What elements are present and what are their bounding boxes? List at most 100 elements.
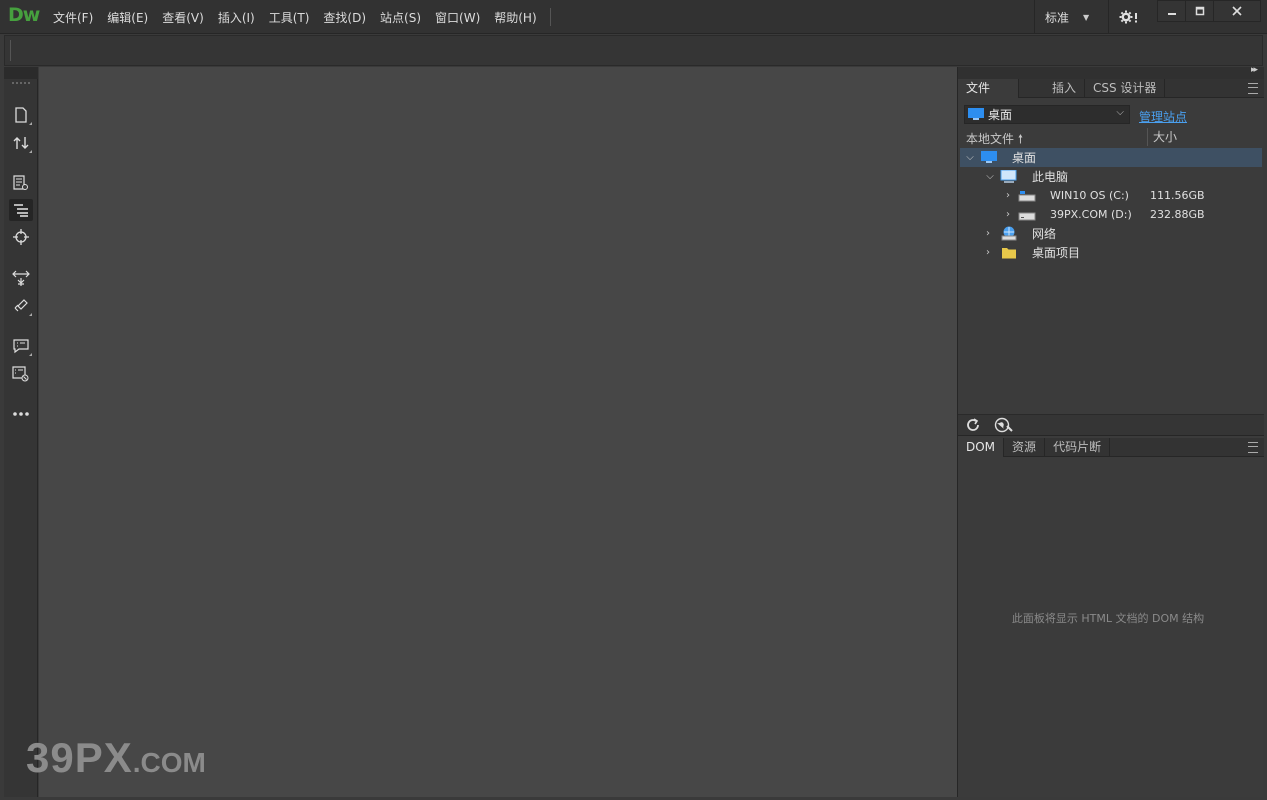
tree-item-network[interactable]: › 网络: [960, 224, 1262, 243]
comment-button[interactable]: [9, 335, 33, 357]
chevron-right-icon[interactable]: ›: [1002, 209, 1014, 220]
chevron-down-icon[interactable]: ⌵: [964, 152, 976, 163]
page-preview-icon: [13, 175, 28, 190]
crosshair-icon: [13, 229, 29, 245]
site-select-value: 桌面: [988, 108, 1013, 122]
tag-pen-icon: [14, 299, 28, 312]
menu-insert[interactable]: 插入(I): [211, 9, 262, 26]
wrap-tag-button[interactable]: [9, 295, 33, 317]
remove-comment-button[interactable]: [9, 363, 33, 385]
desktop-icon: [980, 151, 998, 165]
live-view-button[interactable]: [9, 172, 33, 194]
connect-button[interactable]: [994, 417, 1014, 436]
menu-edit[interactable]: 编辑(E): [100, 9, 155, 26]
site-select[interactable]: 桌面 ⌵: [964, 105, 1130, 124]
tab-assets[interactable]: 资源: [1004, 438, 1046, 457]
gear-icon: [1119, 10, 1137, 24]
files-panel-tabs: 文件 插入 CSS 设计器: [958, 79, 1264, 98]
refresh-icon: [967, 418, 979, 431]
left-toolbar: [4, 67, 38, 797]
minimize-icon: [1167, 13, 1176, 15]
window-controls: [1157, 0, 1261, 22]
tree-item-this-pc[interactable]: ⌵ 此电脑: [960, 167, 1262, 186]
chevron-down-icon: ▼: [1083, 12, 1090, 22]
tree-item-desktop[interactable]: ⌵ 桌面: [960, 148, 1262, 167]
toolbar-header: [4, 67, 38, 79]
drive-d-size: 232.88GB: [1150, 208, 1205, 221]
drive-icon: [1018, 208, 1036, 222]
tab-files[interactable]: 文件: [958, 79, 1019, 98]
panel-collapse-bar[interactable]: ▸▸: [958, 65, 1264, 79]
chevron-down-icon: ⌵: [1116, 107, 1124, 118]
folder-icon: [1000, 246, 1018, 260]
chevron-right-icon[interactable]: ›: [1002, 190, 1014, 201]
document-icon: [15, 107, 27, 123]
menu-help[interactable]: 帮助(H): [487, 9, 543, 26]
code-format-button[interactable]: [9, 199, 33, 221]
menu-find[interactable]: 查找(D): [316, 9, 373, 26]
tree-item-desktop-projects[interactable]: › 桌面项目: [960, 243, 1262, 262]
tree-item-drive-c[interactable]: › WIN10 OS (C:) 111.56GB: [960, 186, 1262, 205]
workspace-label: 标准: [1045, 10, 1070, 25]
dom-panel-tabs: DOM 资源 代码片断: [958, 438, 1264, 457]
minimize-button[interactable]: [1157, 0, 1186, 22]
computer-icon: [1000, 169, 1018, 184]
tab-css-designer[interactable]: CSS 设计器: [1085, 79, 1166, 98]
menu-window[interactable]: 窗口(W): [428, 9, 487, 26]
refresh-button[interactable]: [966, 418, 980, 435]
tree-item-drive-d[interactable]: › 39PX.COM (D:) 232.88GB: [960, 205, 1262, 224]
expand-arrows-icon: [12, 270, 30, 286]
close-icon: [1232, 6, 1242, 16]
expand-indicator: [29, 353, 32, 356]
watermark-logo: 39PX.COM: [26, 734, 206, 781]
panel-menu-icon[interactable]: [1248, 83, 1258, 94]
remove-comment-icon: [12, 366, 29, 382]
expand-indicator: [29, 122, 32, 125]
indent-lines-icon: [14, 204, 28, 217]
system-drive-icon: [1018, 189, 1036, 203]
menu-file[interactable]: 文件(F): [46, 9, 100, 26]
tab-snippets[interactable]: 代码片断: [1045, 438, 1111, 457]
more-tools-button[interactable]: [9, 403, 33, 425]
dom-empty-message: 此面板将显示 HTML 文档的 DOM 结构: [1011, 612, 1205, 625]
menu-tools[interactable]: 工具(T): [262, 9, 317, 26]
toolbar-grip[interactable]: [10, 40, 11, 61]
network-icon: [1000, 226, 1018, 241]
file-transfer-button[interactable]: [9, 132, 33, 154]
comment-icon: [13, 339, 29, 354]
document-toolbar: [4, 35, 1263, 66]
collapse-arrows-icon: ▸▸: [1250, 65, 1258, 75]
column-header-size[interactable]: 大小: [1147, 128, 1177, 146]
chevron-right-icon[interactable]: ›: [982, 228, 994, 239]
expand-all-button[interactable]: [9, 267, 33, 289]
open-documents-button[interactable]: [9, 104, 33, 126]
maximize-button[interactable]: [1185, 0, 1214, 22]
settings-button[interactable]: [1108, 0, 1148, 34]
drive-c-size: 111.56GB: [1150, 189, 1205, 202]
menu-divider: [549, 8, 551, 26]
chevron-right-icon[interactable]: ›: [982, 247, 994, 258]
up-down-arrows-icon: [13, 137, 29, 149]
chevron-down-icon[interactable]: ⌵: [984, 171, 996, 182]
title-bar: Dw 文件(F) 编辑(E) 查看(V) 插入(I) 工具(T) 查找(D) 站…: [0, 0, 1267, 34]
workspace-switcher[interactable]: 标准 ▼: [1034, 0, 1099, 34]
tab-insert[interactable]: 插入: [1019, 79, 1085, 98]
menu-site[interactable]: 站点(S): [373, 9, 428, 26]
panel-menu-icon[interactable]: [1248, 442, 1258, 453]
sort-ascending-icon: 🠕: [1017, 132, 1023, 146]
document-area[interactable]: [39, 67, 957, 797]
globe-connect-icon: [994, 417, 1013, 433]
manage-sites-link[interactable]: 管理站点: [1139, 108, 1187, 125]
expand-indicator: [29, 150, 32, 153]
more-dots-icon: [13, 412, 29, 416]
menu-view[interactable]: 查看(V): [155, 9, 211, 26]
right-panel: ▸▸ 文件 插入 CSS 设计器 桌面 ⌵ 管理站点 本地文件 🠕 大小 ⌵ 桌…: [957, 65, 1264, 797]
files-panel-toolbar: [958, 414, 1264, 436]
menu-bar: 文件(F) 编辑(E) 查看(V) 插入(I) 工具(T) 查找(D) 站点(S…: [46, 0, 551, 34]
toolbar-drag-handle[interactable]: [12, 82, 30, 86]
tab-dom[interactable]: DOM: [958, 438, 1005, 457]
desktop-icon: [968, 108, 984, 120]
close-button[interactable]: [1213, 0, 1261, 22]
inspect-button[interactable]: [9, 226, 33, 248]
maximize-icon: [1195, 6, 1204, 16]
